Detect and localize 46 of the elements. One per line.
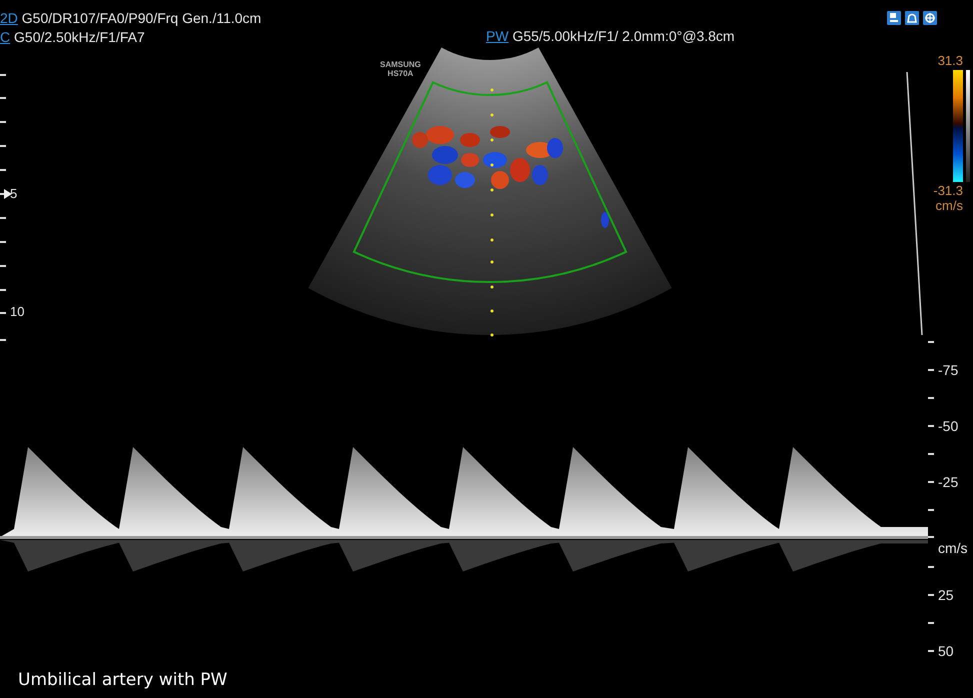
focus-marker-icon (4, 189, 12, 199)
scale-tick (0, 339, 6, 341)
depth-label: 10 (10, 304, 24, 319)
mode-parameters: G50/DR107/FA0/P90/Frq Gen./11.0cm (22, 10, 262, 26)
velocity-max-label: 31.3 (938, 54, 963, 68)
scale-tick (0, 265, 6, 267)
caption: Umbilical artery with PW (18, 670, 228, 690)
scale-tick (0, 121, 6, 123)
velocity-unit-label: cm/s (936, 199, 963, 213)
velocity-scale-label: -50 (938, 417, 958, 435)
scale-tick (928, 453, 934, 455)
scale-tick (0, 312, 6, 314)
probe-icon[interactable] (905, 11, 919, 25)
scale-tick (928, 536, 934, 538)
pw-parameters: G55/5.00kHz/F1/ 2.0mm:0°@3.8cm (512, 28, 735, 44)
document-icon[interactable] (887, 11, 901, 25)
mode-parameters: G50/2.50kHz/F1/FA7 (14, 29, 145, 45)
scale-tick (0, 97, 6, 99)
scale-tick (928, 369, 934, 371)
velocity-scale-label: -75 (938, 361, 958, 379)
scale-tick (0, 217, 6, 219)
scale-tick (0, 145, 6, 147)
probe-label: SAMSUNG HS70A (380, 60, 421, 78)
mode-label: PW (486, 28, 509, 44)
scale-tick (0, 289, 6, 291)
velocity-scale-label: cm/s (938, 539, 968, 557)
scale-tick (928, 566, 934, 568)
mode-label: C (0, 29, 10, 45)
depth-label: 5 (10, 186, 18, 201)
velocity-scale-label: 25 (938, 586, 954, 604)
velocity-scale-label: 50 (938, 642, 954, 660)
scale-tick (928, 341, 934, 343)
scale-tick (928, 650, 934, 652)
scale-tick (928, 481, 934, 483)
scale-tick (928, 425, 934, 427)
scale-tick (928, 622, 934, 624)
scale-tick (928, 594, 934, 596)
mode-label: 2D (0, 10, 18, 26)
scale-tick (0, 169, 6, 171)
scale-tick (0, 241, 6, 243)
crosshair-icon[interactable] (923, 11, 937, 25)
velocity-scale-label: -25 (938, 473, 958, 491)
scale-tick (0, 74, 6, 76)
scale-tick (928, 397, 934, 399)
scale-tick (928, 509, 934, 511)
velocity-min-label: -31.3 (933, 184, 963, 198)
